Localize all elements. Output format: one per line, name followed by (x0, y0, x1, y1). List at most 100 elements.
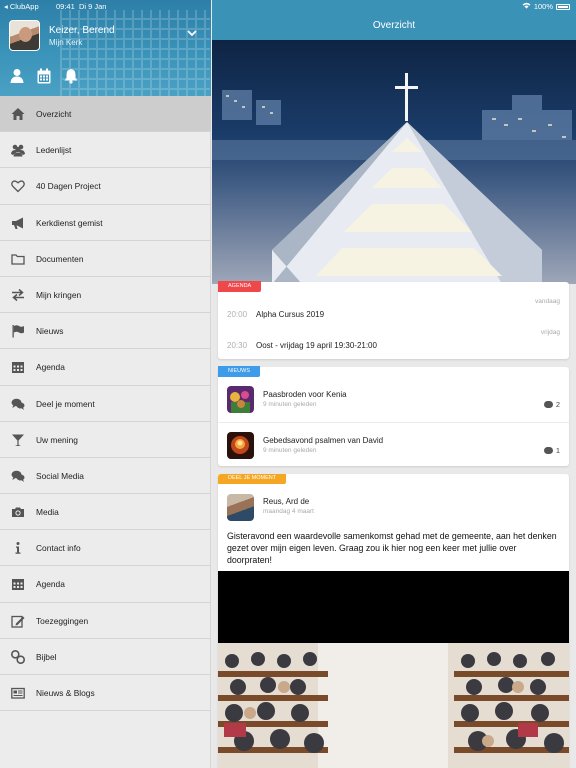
avatar[interactable] (227, 494, 254, 521)
news-title: Paasbroden voor Kenia (263, 390, 347, 399)
info-icon (11, 541, 25, 555)
agenda-time: 20:00 (227, 310, 248, 319)
news-time: 9 minuten geleden (263, 401, 317, 408)
home-icon (11, 107, 25, 121)
sidebar-item-label: Ledenlijst (36, 145, 72, 156)
header-background (60, 10, 210, 96)
agenda-day: vrijdag (540, 329, 560, 336)
carrier-label: ◂ ClubApp (4, 2, 39, 11)
sidebar-item-mijn-kringen[interactable]: Mijn kringen (0, 277, 211, 314)
news-time: 9 minuten geleden (263, 447, 317, 454)
user-name: Keizer, Berend (49, 25, 115, 36)
moment-video[interactable] (218, 571, 569, 643)
chat-icon (11, 469, 25, 483)
sidebar-item-label: Social Media (36, 470, 84, 481)
agenda-title: Alpha Cursus 2019 (256, 310, 325, 319)
calendar-icon[interactable] (37, 68, 51, 84)
agenda-time: 20:30 (227, 341, 248, 350)
news-thumbnail (227, 432, 254, 459)
comment-count: 1 (543, 446, 560, 455)
sidebar-item-nieuws-blogs[interactable]: Nieuws & Blogs (0, 675, 211, 712)
comment-count: 2 (543, 400, 560, 409)
hero-image-church (212, 40, 576, 284)
edit-icon (11, 614, 25, 628)
newspaper-icon (11, 686, 25, 700)
calendar-icon (11, 360, 25, 374)
status-right: 100% (522, 2, 570, 11)
sidebar-item-agenda-2[interactable]: Agenda (0, 566, 211, 603)
bell-icon[interactable] (64, 68, 78, 84)
sidebar-item-ledenlijst[interactable]: Ledenlijst (0, 132, 211, 169)
agenda-title: Oost - vrijdag 19 april 19:30-21:00 (256, 341, 377, 350)
camera-icon (11, 505, 25, 519)
main-panel: Overzicht AGENDA vandaag 20:00 Alpha Cur… (212, 0, 576, 768)
news-title: Gebedsavond psalmen van David (263, 436, 384, 445)
people-icon (11, 143, 25, 157)
comment-count-value: 1 (555, 446, 560, 455)
megaphone-icon (11, 216, 25, 230)
sidebar-item-uw-mening[interactable]: Uw mening (0, 422, 211, 458)
sidebar-item-label: 40 Dagen Project (36, 181, 101, 192)
sidebar-menu: Overzicht Ledenlijst 40 Dagen Project Ke… (0, 96, 211, 712)
battery-icon (556, 3, 570, 10)
moment-date: maandag 4 maart (263, 508, 314, 515)
sidebar-item-nieuws[interactable]: Nieuws (0, 313, 211, 350)
sidebar: Keizer, Berend Mijn Kerk Overzicht Leden… (0, 0, 211, 768)
profile-header[interactable]: Keizer, Berend Mijn Kerk (0, 0, 211, 96)
agenda-row[interactable]: vrijdag 20:30 Oost - vrijdag 19 april 19… (218, 327, 569, 359)
sidebar-item-toezeggingen[interactable]: Toezeggingen (0, 603, 211, 639)
user-icon[interactable] (10, 68, 24, 84)
agenda-row[interactable]: vandaag 20:00 Alpha Cursus 2019 (218, 296, 569, 328)
sidebar-item-40-dagen-project[interactable]: 40 Dagen Project (0, 168, 211, 205)
sidebar-item-label: Media (36, 507, 59, 518)
chat-icon (11, 397, 25, 411)
sidebar-item-overzicht[interactable]: Overzicht (0, 96, 211, 133)
flag-icon (11, 324, 25, 338)
moment-text: Gisteravond een waardevolle samenkomst g… (227, 531, 557, 565)
page-title: Overzicht (372, 20, 416, 31)
comment-count-value: 2 (555, 400, 560, 409)
sidebar-item-media[interactable]: Media (0, 494, 211, 531)
church-name: Mijn Kerk (49, 38, 83, 47)
battery-percent: 100% (533, 2, 553, 11)
sidebar-item-documenten[interactable]: Documenten (0, 241, 211, 277)
avatar[interactable] (9, 20, 40, 51)
sidebar-item-label: Agenda (36, 579, 65, 590)
clock: 09:41 (56, 2, 75, 11)
link-icon (11, 649, 25, 664)
agenda-tag: AGENDA (218, 281, 262, 292)
sidebar-item-contact-info[interactable]: Contact info (0, 530, 211, 567)
sidebar-item-label: Agenda (36, 362, 65, 373)
status-time: 09:41 Di 9 Jan (56, 2, 106, 11)
agenda-day: vandaag (535, 298, 560, 305)
status-bar: ◂ ClubApp 09:41 Di 9 Jan 100% (0, 0, 576, 12)
sidebar-item-label: Bijbel (36, 651, 57, 662)
sidebar-item-label: Overzicht (36, 109, 72, 119)
comment-icon (543, 447, 553, 454)
news-tag: NIEUWS (218, 366, 260, 377)
agenda-card: AGENDA vandaag 20:00 Alpha Cursus 2019 v… (218, 281, 569, 359)
sidebar-item-label: Documenten (36, 253, 84, 264)
sidebar-item-social-media[interactable]: Social Media (0, 458, 211, 495)
chevron-down-icon[interactable] (187, 29, 197, 39)
moment-card[interactable]: DEEL JE MOMENT Reus, Ard de maandag 4 ma… (218, 474, 569, 768)
news-item[interactable]: Gebedsavond psalmen van David 9 minuten … (218, 422, 569, 467)
sidebar-item-label: Kerkdienst gemist (36, 217, 103, 228)
calendar-icon (11, 577, 25, 591)
sidebar-item-label: Mijn kringen (36, 289, 82, 300)
wifi-icon (522, 2, 531, 11)
moment-photo[interactable] (218, 643, 569, 768)
sidebar-item-label: Nieuws (36, 326, 64, 337)
sidebar-item-agenda[interactable]: Agenda (0, 349, 211, 386)
news-item[interactable]: Paasbroden voor Kenia 9 minuten geleden … (218, 377, 569, 422)
sidebar-item-deel-je-moment[interactable]: Deel je moment (0, 386, 211, 422)
sidebar-item-label: Deel je moment (36, 398, 95, 409)
news-thumbnail (227, 386, 254, 413)
comment-icon (543, 401, 553, 408)
sidebar-item-kerkdienst-gemist[interactable]: Kerkdienst gemist (0, 205, 211, 241)
status-date: Di 9 Jan (78, 2, 107, 11)
sidebar-item-label: Nieuws & Blogs (36, 688, 95, 698)
folder-icon (11, 252, 25, 266)
sidebar-item-bijbel[interactable]: Bijbel (0, 639, 211, 675)
news-card: NIEUWS Paasbroden voor Kenia 9 minuten g… (218, 366, 569, 467)
